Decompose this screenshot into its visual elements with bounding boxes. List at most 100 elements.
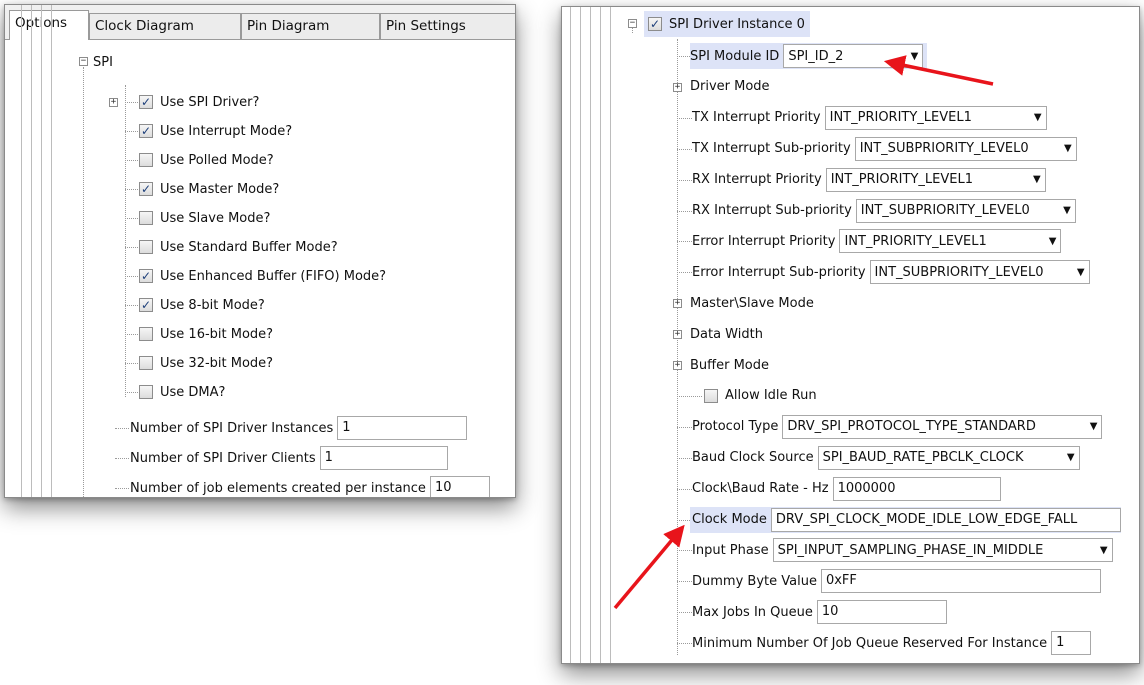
setting-dropdown[interactable]: DRV_SPI_PROTOCOL_TYPE_STANDARD ▼ (782, 414, 1103, 439)
tree-branch (125, 160, 138, 161)
tab-clock-diagram[interactable]: Clock Diagram (89, 13, 241, 39)
field-input[interactable]: 10 (429, 476, 490, 497)
setting-label: RX Interrupt Sub-priority (692, 203, 852, 218)
chevron-down-icon[interactable]: ▼ (1061, 452, 1075, 463)
option-row[interactable]: Use 32-bit Mode? (139, 350, 273, 376)
spi-instance-panel: − ✓ SPI Driver Instance 0 SPI Module ID SPI_… (561, 6, 1140, 664)
tab-pin-settings[interactable]: Pin Settings (380, 13, 515, 39)
option-checkbox[interactable] (139, 153, 153, 167)
field-label: Number of job elements created per insta… (130, 480, 426, 496)
chevron-down-icon[interactable]: ▼ (1058, 143, 1072, 154)
option-checkbox[interactable] (139, 327, 153, 341)
option-checkbox[interactable]: ✓ (139, 298, 153, 312)
option-label: Use SPI Driver? (160, 94, 260, 110)
tree-group[interactable]: Data Width (690, 321, 763, 347)
options-panel: Options Clock Diagram Pin Diagram Pin Setti… (4, 4, 516, 498)
indent-guide (31, 5, 32, 497)
tree-branch (677, 117, 692, 119)
option-label: Use Interrupt Mode? (160, 123, 293, 139)
setting-input[interactable]: 1 (1051, 631, 1092, 656)
field-input[interactable]: 1 (319, 446, 448, 470)
expand-toggle-icon[interactable]: + (673, 330, 682, 340)
option-checkbox[interactable] (139, 211, 153, 225)
priority-dropdown[interactable]: INT_PRIORITY_LEVEL1 ▼ (825, 167, 1046, 192)
option-row[interactable]: Use DMA? (139, 379, 225, 405)
setting-label: Input Phase (692, 542, 769, 558)
option-checkbox[interactable]: ✓ (139, 182, 153, 196)
setting-label: Error Interrupt Sub-priority (692, 264, 866, 280)
collapse-toggle-icon[interactable]: − (79, 57, 88, 66)
option-row[interactable]: ✓ Use Master Mode? (139, 176, 279, 202)
setting-row: Max Jobs In Queue 10 (692, 599, 947, 625)
setting-input[interactable]: 1000000 (832, 476, 1001, 501)
tree-node-spi[interactable]: SPI (93, 49, 113, 75)
setting-dropdown[interactable]: SPI_INPUT_SAMPLING_PHASE_IN_MIDDLE ▼ (772, 538, 1113, 563)
tree-node-spi-instance[interactable]: ✓ SPI Driver Instance 0 (644, 11, 810, 37)
expand-toggle-icon[interactable]: + (673, 299, 682, 309)
module-id-dropdown[interactable]: SPI_ID_2 ▼ (783, 44, 924, 68)
priority-dropdown[interactable]: INT_PRIORITY_LEVEL1 ▼ (839, 229, 1062, 254)
setting-label: TX Interrupt Sub-priority (692, 141, 851, 157)
dropdown-value: SPI_ID_2 (788, 48, 844, 64)
chevron-down-icon[interactable]: ▼ (1043, 236, 1057, 247)
setting-label: Minimum Number Of Job Queue Reserved For… (692, 635, 1048, 651)
option-row[interactable]: ✓ Use 8-bit Mode? (139, 292, 265, 318)
expand-toggle-icon[interactable]: + (673, 82, 682, 92)
tree-branch (677, 581, 692, 583)
chevron-down-icon[interactable]: ▼ (905, 51, 919, 62)
setting-input[interactable]: 0xFF (820, 569, 1101, 594)
option-row[interactable]: ✓ Use SPI Driver? (139, 89, 259, 115)
tab-label: Pin Settings (386, 18, 466, 34)
allow-idle-run-checkbox[interactable] (704, 388, 718, 403)
option-checkbox[interactable] (139, 385, 153, 399)
tree-group[interactable]: Master\Slave Mode (690, 290, 814, 316)
indent-guide (590, 7, 591, 663)
setting-dropdown[interactable]: SPI_BAUD_RATE_PBCLK_CLOCK ▼ (817, 445, 1080, 470)
tree-branch (125, 363, 138, 364)
option-row[interactable]: Use Standard Buffer Mode? (139, 234, 338, 260)
tree-group[interactable]: Buffer Mode (690, 352, 769, 378)
expand-toggle-icon[interactable]: + (673, 361, 682, 370)
priority-dropdown[interactable]: INT_SUBPRIORITY_LEVEL0 ▼ (855, 198, 1076, 223)
chevron-down-icon[interactable]: ▼ (1027, 174, 1041, 185)
tree-branch (677, 272, 692, 274)
chevron-down-icon[interactable]: ▼ (1084, 421, 1098, 432)
option-checkbox[interactable]: ✓ (139, 124, 153, 138)
option-checkbox[interactable] (139, 356, 153, 370)
indent-guide (580, 7, 581, 663)
chevron-down-icon[interactable]: ▼ (1094, 545, 1108, 556)
instance-checkbox[interactable]: ✓ (648, 17, 662, 31)
option-row[interactable]: ✓ Use Interrupt Mode? (139, 118, 292, 144)
field-input[interactable]: 1 (337, 416, 468, 440)
field-row: Number of job elements created per insta… (130, 475, 490, 497)
option-checkbox[interactable]: ✓ (139, 95, 153, 109)
chevron-down-icon[interactable]: ▼ (1028, 112, 1042, 123)
option-row-allow-idle-run[interactable]: Allow Idle Run (704, 383, 817, 409)
option-row[interactable]: Use Slave Mode? (139, 205, 270, 231)
tab-label: Clock Diagram (95, 18, 194, 34)
priority-dropdown[interactable]: INT_SUBPRIORITY_LEVEL0 ▼ (869, 260, 1090, 285)
tab-pin-diagram[interactable]: Pin Diagram (241, 13, 380, 39)
field-label: Number of SPI Driver Clients (130, 450, 316, 466)
setting-label: TX Interrupt Priority (692, 110, 821, 126)
priority-dropdown[interactable]: INT_SUBPRIORITY_LEVEL0 ▼ (854, 136, 1077, 161)
chevron-down-icon[interactable]: ▼ (1071, 267, 1085, 278)
expand-toggle-icon[interactable]: + (109, 98, 118, 107)
option-checkbox[interactable] (139, 240, 153, 254)
tree-guide (677, 39, 678, 655)
collapse-toggle-icon[interactable]: − (628, 19, 637, 28)
option-row[interactable]: ✓ Use Enhanced Buffer (FIFO) Mode? (139, 263, 386, 289)
tree-branch (677, 488, 692, 490)
option-checkbox[interactable]: ✓ (139, 269, 153, 283)
setting-input[interactable]: 10 (816, 600, 947, 625)
tree-branch (115, 428, 129, 429)
setting-dropdown[interactable]: DRV_SPI_CLOCK_MODE_IDLE_LOW_EDGE_FALL (770, 507, 1121, 532)
priority-dropdown[interactable]: INT_PRIORITY_LEVEL1 ▼ (824, 105, 1047, 130)
tree-group-driver-mode[interactable]: Driver Mode (690, 74, 770, 100)
tree-branch (125, 189, 138, 190)
instance-label: SPI Driver Instance 0 (669, 16, 805, 32)
chevron-down-icon[interactable]: ▼ (1057, 205, 1071, 216)
option-row[interactable]: Use Polled Mode? (139, 147, 274, 173)
tree-branch (677, 395, 702, 397)
option-row[interactable]: Use 16-bit Mode? (139, 321, 273, 347)
